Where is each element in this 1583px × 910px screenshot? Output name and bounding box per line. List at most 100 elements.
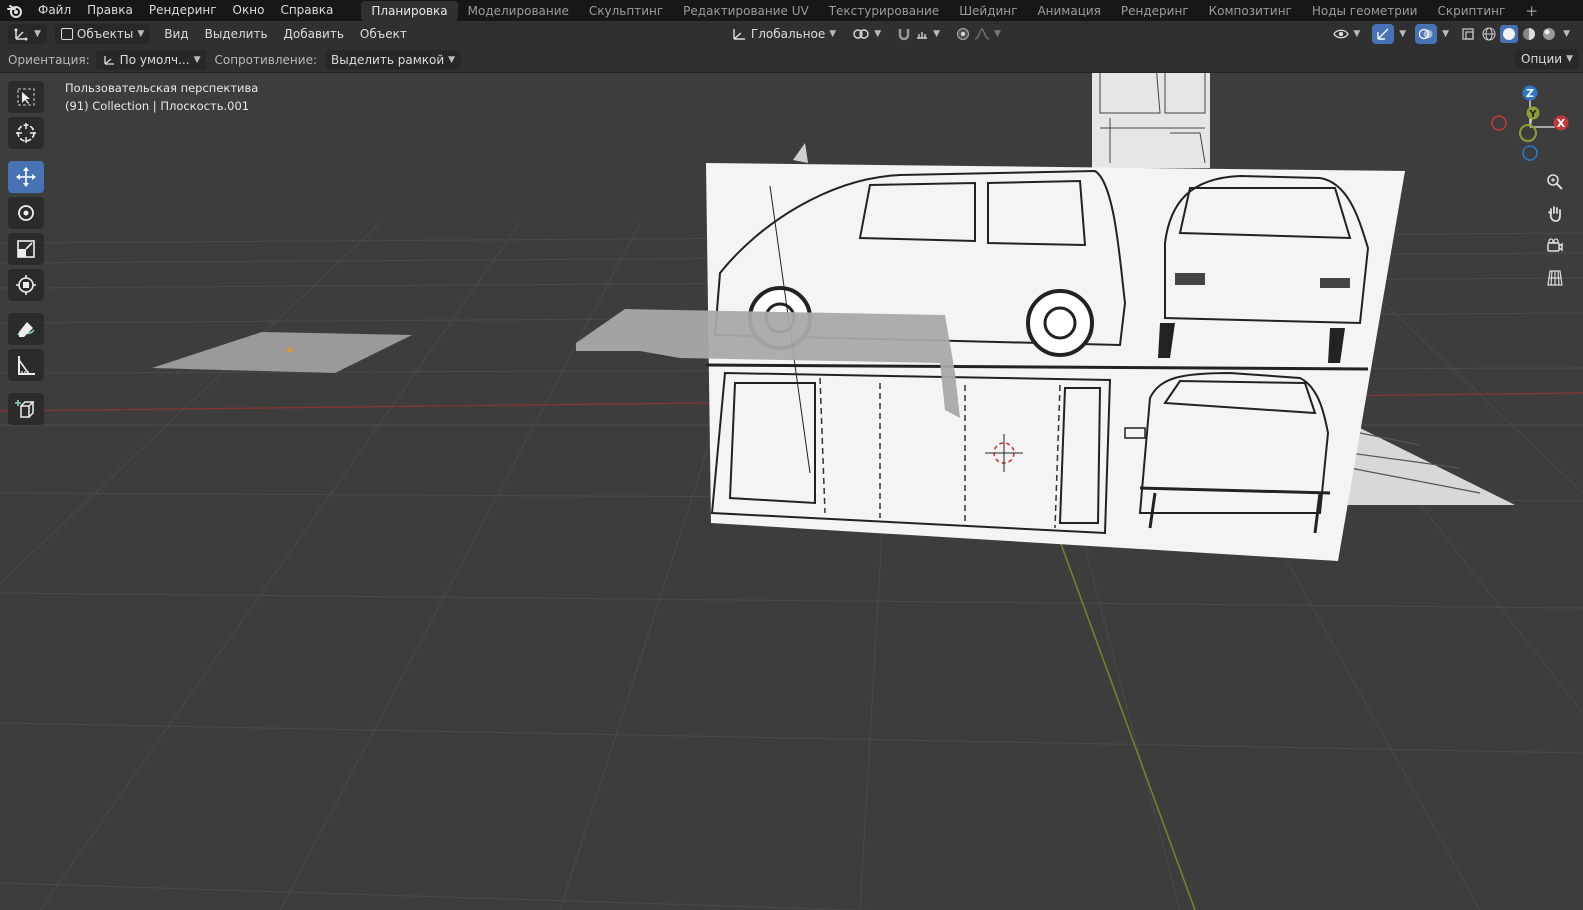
tab-compositing[interactable]: Композитинг xyxy=(1199,1,1302,21)
select-box-icon xyxy=(17,88,35,106)
camera-icon xyxy=(1547,238,1563,252)
zoom-button[interactable] xyxy=(1541,169,1569,195)
xray-icon xyxy=(1462,28,1474,40)
mode-select[interactable]: Объекты ▼ xyxy=(54,24,151,44)
options-button[interactable]: Опции ▼ xyxy=(1515,49,1579,69)
scale-icon xyxy=(17,240,35,258)
orientation-select[interactable]: По умолч... ▼ xyxy=(95,49,207,70)
magnet-icon xyxy=(898,29,910,41)
tool-move[interactable] xyxy=(8,161,44,193)
menu-object[interactable]: Объект xyxy=(352,27,415,41)
tab-texture-paint[interactable]: Текстурирование xyxy=(819,1,949,21)
shading-rendered-button[interactable] xyxy=(1540,25,1558,43)
tool-annotate[interactable] xyxy=(8,313,44,345)
visibility-select[interactable]: ▼ xyxy=(1327,24,1366,44)
overlay-icon xyxy=(1419,28,1433,40)
tool-scale[interactable] xyxy=(8,233,44,265)
pan-hand-icon xyxy=(1548,206,1561,222)
overlays-toggle[interactable] xyxy=(1415,24,1438,44)
orientation-label: Ориентация: xyxy=(8,52,90,67)
shading-solid-button[interactable] xyxy=(1500,25,1519,43)
tab-sculpting[interactable]: Скульптинг xyxy=(579,1,673,21)
tab-rendering[interactable]: Рендеринг xyxy=(1111,1,1199,21)
xray-toggle[interactable] xyxy=(1458,24,1478,44)
tool-transform[interactable] xyxy=(8,269,44,301)
drag-select[interactable]: Выделить рамкой ▼ xyxy=(325,49,462,70)
falloff-curve-icon xyxy=(974,28,990,40)
object-mode-icon xyxy=(60,28,73,40)
tool-rotate[interactable] xyxy=(8,197,44,229)
menu-add[interactable]: Добавить xyxy=(276,27,352,41)
orientation-label: Глобальное xyxy=(750,27,826,41)
chevron-down-icon: ▼ xyxy=(829,29,837,39)
navigation-buttons xyxy=(1541,169,1569,291)
gizmo-toggle[interactable] xyxy=(1372,24,1395,44)
orientation-axes-icon xyxy=(104,55,114,65)
tab-animation[interactable]: Анимация xyxy=(1027,1,1110,21)
chevron-down-icon: ▼ xyxy=(193,54,201,65)
orientation-axes-icon xyxy=(733,29,745,40)
workspace-tabs: Планировка Моделирование Скульптинг Реда… xyxy=(361,0,1548,21)
proportional-edit-toggle[interactable]: ▼ xyxy=(950,24,1007,44)
tool-select-box[interactable] xyxy=(8,81,44,113)
menu-window[interactable]: Окно xyxy=(225,0,273,21)
gizmo-neg-y xyxy=(1519,124,1537,142)
grid-ortho-icon xyxy=(1547,270,1563,286)
toolbar-separator xyxy=(8,305,48,309)
tab-modeling[interactable]: Моделирование xyxy=(458,1,579,21)
ortho-toggle-button[interactable] xyxy=(1541,265,1569,291)
object-info: (91) Collection | Плоскость.001 xyxy=(65,99,250,113)
mode-label: Объекты xyxy=(76,27,134,41)
cursor-icon xyxy=(16,123,36,143)
menu-render[interactable]: Рендеринг xyxy=(141,0,225,21)
orientation-value: По умолч... xyxy=(119,52,190,67)
transform-orientation-select[interactable]: Глобальное ▼ xyxy=(725,24,842,44)
tab-geometry-nodes[interactable]: Ноды геометрии xyxy=(1302,1,1428,21)
toolbar-separator xyxy=(8,153,48,157)
tab-layout[interactable]: Планировка xyxy=(361,0,458,21)
navigation-gizmo[interactable]: Z Y X xyxy=(1485,75,1575,165)
annotate-icon xyxy=(17,322,35,337)
viewport-display-controls: ▼ ▼ ▼ ▼ xyxy=(1323,24,1573,44)
chevron-down-icon[interactable]: ▼ xyxy=(1560,29,1573,39)
chevron-down-icon: ▼ xyxy=(448,54,456,65)
gizmo-icon xyxy=(1377,28,1389,40)
shading-wireframe-button[interactable] xyxy=(1480,25,1498,43)
view-name: Пользовательская перспектива xyxy=(65,81,259,95)
zoom-icon xyxy=(1547,174,1563,190)
gizmo-z-label: Z xyxy=(1526,87,1534,100)
chevron-down-icon: ▼ xyxy=(1566,54,1573,64)
menu-help[interactable]: Справка xyxy=(272,0,341,21)
solid-sphere-icon xyxy=(1503,28,1516,40)
snap-toggle[interactable]: ▼ xyxy=(891,24,946,44)
gizmo-y-label: Y xyxy=(1528,109,1537,120)
chevron-down-icon[interactable]: ▼ xyxy=(1396,29,1409,39)
add-workspace-button[interactable]: + xyxy=(1515,1,1548,21)
editor-type-button[interactable]: ▼ xyxy=(8,24,47,44)
pivot-select[interactable]: ▼ xyxy=(846,24,887,44)
tab-shading[interactable]: Шейдинг xyxy=(949,1,1027,21)
tool-measure[interactable] xyxy=(8,349,44,381)
shading-material-button[interactable] xyxy=(1520,25,1538,43)
top-reference-image xyxy=(1092,73,1210,168)
menu-edit[interactable]: Правка xyxy=(79,0,141,21)
menu-view[interactable]: Вид xyxy=(156,27,196,41)
top-menu-bar: Файл Правка Рендеринг Окно Справка Плани… xyxy=(0,0,1583,21)
viewport-scene xyxy=(0,73,1583,910)
chevron-down-icon: ▼ xyxy=(933,29,941,39)
gizmo-neg-z xyxy=(1522,145,1538,161)
pan-button[interactable] xyxy=(1541,201,1569,227)
menu-file[interactable]: Файл xyxy=(30,0,79,21)
menu-select[interactable]: Выделить xyxy=(197,27,276,41)
tool-add-cube[interactable] xyxy=(8,393,44,425)
proportional-dot-icon xyxy=(957,28,970,40)
blender-logo-icon[interactable] xyxy=(0,0,30,21)
tool-cursor[interactable] xyxy=(8,117,44,149)
3d-viewport[interactable]: Пользовательская перспектива (91) Collec… xyxy=(0,73,1583,910)
rendered-sphere-icon xyxy=(1543,28,1556,40)
chevron-down-icon[interactable]: ▼ xyxy=(1439,29,1452,39)
camera-view-button[interactable] xyxy=(1541,233,1569,259)
tab-uv-editing[interactable]: Редактирование UV xyxy=(673,1,819,21)
tab-scripting[interactable]: Скриптинг xyxy=(1427,1,1515,21)
transform-icon xyxy=(16,275,36,295)
